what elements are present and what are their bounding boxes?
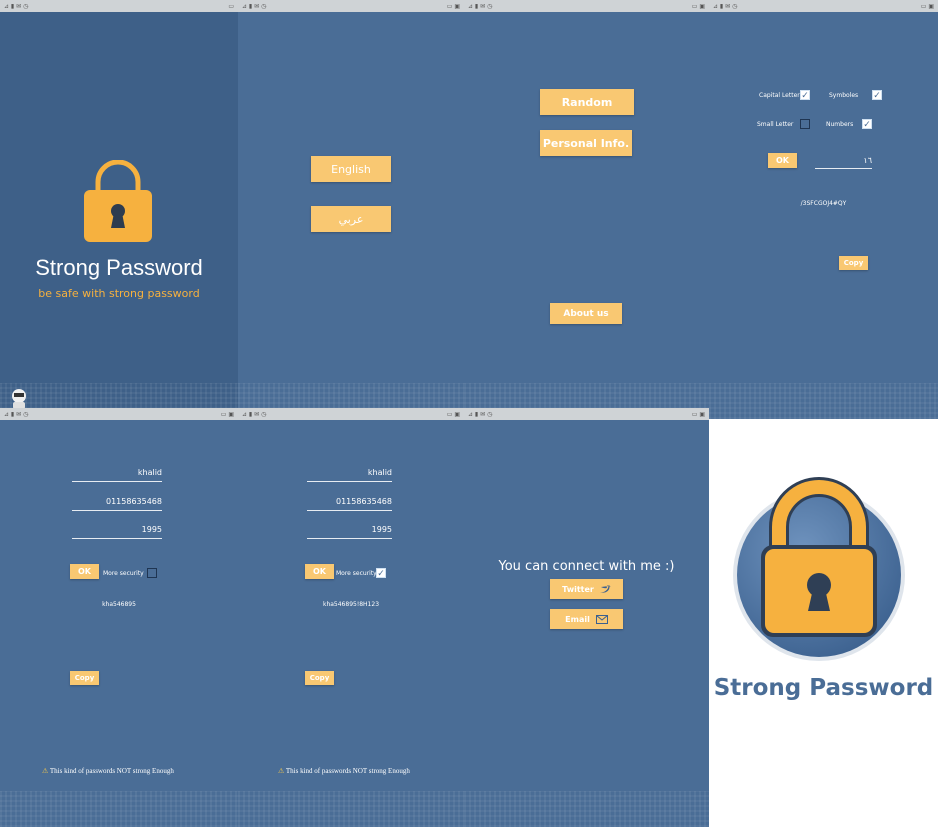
status-icons-left: ⊿ ▮ ✉ ◷ [242,2,267,10]
symbols-checkbox[interactable]: ✓ [872,90,882,100]
warning-icon: ⚠ [278,767,285,775]
status-bar: ⊿ ▮ ✉ ◷ ▭ ▣ [238,0,464,12]
name-input[interactable]: khalid [72,468,162,482]
more-security-checkbox[interactable] [147,568,157,578]
status-icons-left: ⊿ ▮ ✉ ◷ [242,410,267,418]
birth-year-input[interactable]: 1995 [307,525,392,539]
status-icons-left: ⊿ ▮ ✉ ◷ [713,2,738,10]
twitter-button[interactable]: Twitter [550,579,623,599]
generated-password: /3SFCGOJ4#QY [800,200,847,207]
binary-pattern [0,791,238,827]
length-input[interactable]: ١٦ [815,156,872,169]
phone-input[interactable]: 01158635468 [307,497,392,511]
warning-text: This kind of passwords NOT strong Enough [49,767,174,775]
binary-pattern [238,791,464,827]
weak-password-warning: ⚠ This kind of passwords NOT strong Enou… [42,767,174,775]
english-button[interactable]: English [311,156,391,182]
status-bar: ⊿ ▮ ✉ ◷ ▭ ▣ [0,408,238,420]
app-logo-title: Strong Password [713,675,934,701]
status-icons-left: ⊿ ▮ ✉ ◷ [468,2,493,10]
generated-password: kha546895!8H123 [322,601,380,608]
status-icons-right: ▭ ▣ [920,2,934,10]
binary-pattern [709,383,938,419]
copy-button[interactable]: Copy [70,671,99,685]
more-security-label: More security [336,570,377,577]
status-icons-right: ▭ ▣ [220,410,234,418]
email-button[interactable]: Email [550,609,623,629]
app-logo-panel: Strong Password [709,419,938,827]
capital-letter-checkbox[interactable]: ✓ [800,90,810,100]
language-screen: ⊿ ▮ ✉ ◷ ▭ ▣ English عربي [238,0,464,419]
twitter-bird-icon [599,585,611,593]
status-bar: ⊿ ▮ ✉ ◷ ▭ [0,0,238,12]
arabic-button[interactable]: عربي [311,206,391,232]
menu-screen: ⊿ ▮ ✉ ◷ ▭ ▣ Random Personal Info. About … [464,0,709,419]
status-bar: ⊿ ▮ ✉ ◷ ▭ ▣ [238,408,464,420]
status-bar: ⊿ ▮ ✉ ◷ ▭ ▣ [709,0,938,12]
name-input[interactable]: khalid [307,468,392,482]
status-icons-left: ⊿ ▮ ✉ ◷ [4,2,29,10]
random-button[interactable]: Random [540,89,634,115]
small-letter-label: Small Letter [757,121,794,128]
lock-icon [84,160,152,242]
numbers-label: Numbers [826,121,854,128]
weak-password-warning: ⚠ This kind of passwords NOT strong Enou… [278,767,410,775]
phone-input[interactable]: 01158635468 [72,497,162,511]
binary-pattern [464,791,709,827]
app-subtitle: be safe with strong password [38,287,200,300]
birth-year-input[interactable]: 1995 [72,525,162,539]
personal-info-button[interactable]: Personal Info. [540,130,632,156]
copy-button[interactable]: Copy [305,671,334,685]
capital-letter-label: Capital Letter [759,92,800,99]
email-label: Email [565,614,590,624]
twitter-label: Twitter [562,584,594,594]
developer-avatar-icon [12,389,26,409]
ok-button[interactable]: OK [70,564,99,579]
status-icons-left: ⊿ ▮ ✉ ◷ [468,410,493,418]
contact-heading: You can connect with me :) [498,559,675,574]
personal-info-screen-secure: ⊿ ▮ ✉ ◷ ▭ ▣ khalid 01158635468 1995 OK M… [238,408,464,827]
numbers-checkbox[interactable]: ✓ [862,119,872,129]
status-bar: ⊿ ▮ ✉ ◷ ▭ ▣ [464,0,709,12]
copy-button[interactable]: Copy [839,256,868,270]
status-icons-right: ▭ ▣ [691,410,705,418]
status-icons-right: ▭ ▣ [691,2,705,10]
warning-icon: ⚠ [42,767,49,775]
contact-screen: ⊿ ▮ ✉ ◷ ▭ ▣ You can connect with me :) T… [464,408,709,827]
ok-button[interactable]: OK [768,153,797,168]
splash-screen: ⊿ ▮ ✉ ◷ ▭ Strong Password be safe with s… [0,0,238,419]
status-bar: ⊿ ▮ ✉ ◷ ▭ ▣ [464,408,709,420]
status-icons-right: ▭ ▣ [446,2,460,10]
ok-button[interactable]: OK [305,564,334,579]
status-icons-right: ▭ ▣ [446,410,460,418]
status-icons-left: ⊿ ▮ ✉ ◷ [4,410,29,418]
more-security-label: More security [103,570,144,577]
app-title: Strong Password [35,255,203,280]
generated-password: kha546895 [102,601,136,608]
about-us-button[interactable]: About us [550,303,622,324]
app-logo-lock-icon [733,477,905,661]
warning-text: This kind of passwords NOT strong Enough [285,767,410,775]
more-security-checkbox[interactable]: ✓ [376,568,386,578]
envelope-icon [595,614,608,624]
personal-info-screen-basic: ⊿ ▮ ✉ ◷ ▭ ▣ khalid 01158635468 1995 OK M… [0,408,238,827]
random-screen: ⊿ ▮ ✉ ◷ ▭ ▣ Capital Letter ✓ Symboles ✓ … [709,0,938,419]
small-letter-checkbox[interactable] [800,119,810,129]
symbols-label: Symboles [829,92,859,99]
status-icons-right: ▭ [228,2,234,10]
